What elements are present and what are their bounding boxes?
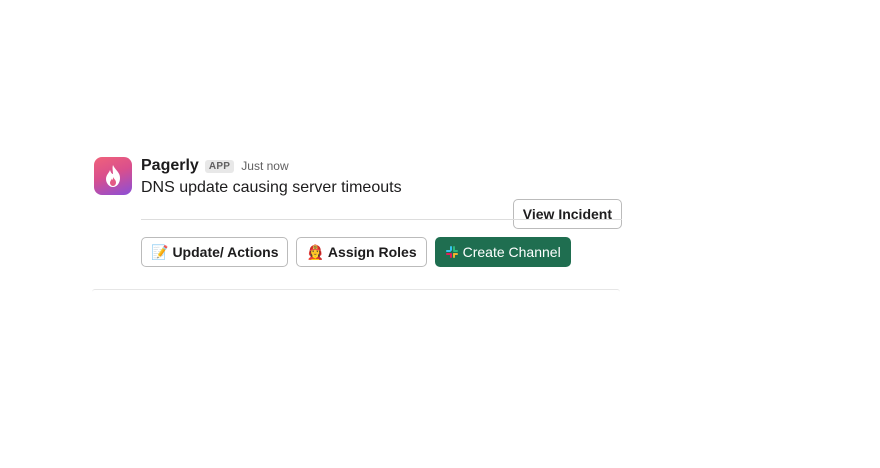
incident-title: DNS update causing server timeouts bbox=[141, 179, 402, 196]
assign-roles-label: Assign Roles bbox=[327, 244, 417, 260]
update-actions-button[interactable]: 📝 Update/ Actions bbox=[141, 237, 289, 267]
flame-icon bbox=[106, 165, 120, 187]
view-incident-button[interactable]: View Incident bbox=[512, 199, 622, 229]
message-content: Pagerly APP Just now DNS update causing … bbox=[141, 155, 622, 267]
timestamp[interactable]: Just now bbox=[241, 159, 288, 173]
create-channel-label: Create Channel bbox=[462, 244, 561, 260]
memo-icon: 📝 bbox=[151, 244, 169, 260]
create-channel-button[interactable]: Create Channel bbox=[434, 237, 571, 267]
message-section: DNS update causing server timeouts View … bbox=[141, 177, 622, 229]
composer-top-edge bbox=[92, 289, 620, 292]
assign-roles-button[interactable]: 👩‍🚒 Assign Roles bbox=[296, 237, 427, 267]
slack-icon bbox=[445, 246, 458, 258]
action-buttons: 📝 Update/ Actions 👩‍🚒 Assign Roles bbox=[141, 237, 571, 267]
app-badge: APP bbox=[204, 159, 235, 173]
person-icon: 👩‍🚒 bbox=[306, 244, 324, 260]
message-header: Pagerly APP Just now bbox=[141, 155, 622, 177]
sender-name[interactable]: Pagerly bbox=[141, 157, 199, 175]
update-actions-label: Update/ Actions bbox=[172, 244, 279, 260]
pagerly-avatar[interactable] bbox=[94, 157, 132, 195]
divider bbox=[141, 219, 622, 220]
